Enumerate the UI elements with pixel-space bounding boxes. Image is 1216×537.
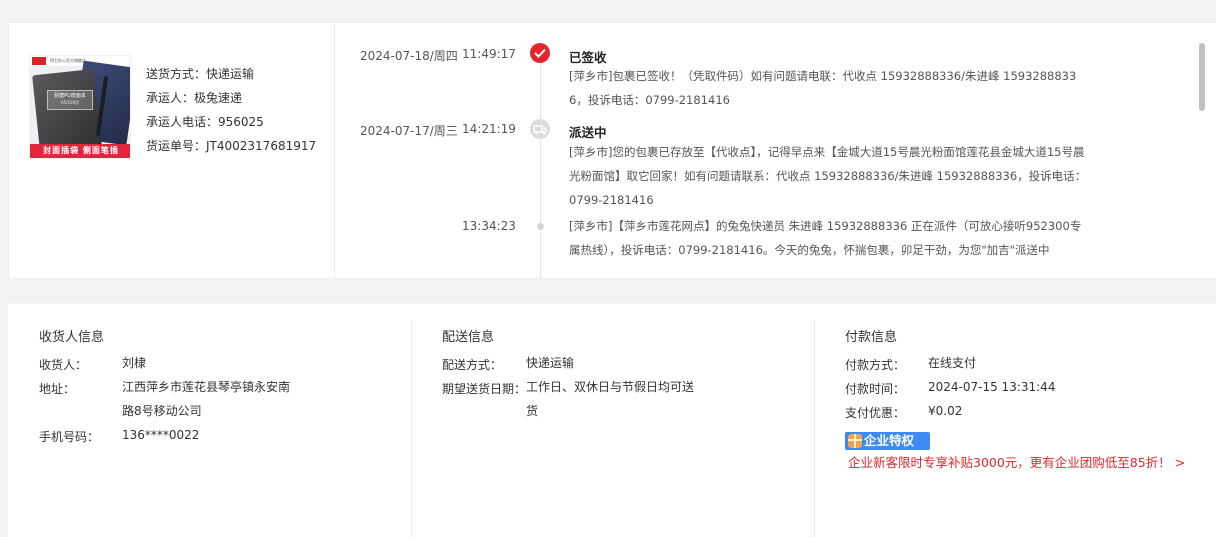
payment-time: 2024-07-15 13:31:44 <box>928 380 1056 394</box>
product-image[interactable]: 得力办公官方旗舰店 耐磨PU皮面本 A5/100页 封面插袋 侧面笔插 <box>29 55 131 159</box>
shipment-card: 得力办公官方旗舰店 耐磨PU皮面本 A5/100页 封面插袋 侧面笔插 送货方式… <box>8 22 1216 279</box>
delivery-section: 配送信息 配送方式： 快递运输 期望送货日期： 工作日、双休日与节假日均可送货 <box>412 304 814 537</box>
event-time: 14:21:19 <box>462 122 516 136</box>
event-status: 派送中 <box>569 125 607 140</box>
delivery-title: 配送信息 <box>442 330 495 345</box>
event-description: [萍乡市]您的包裹已存放至【代收点】，记得早点来【金城大道15号晨光粉面馆莲花县… <box>569 145 1087 207</box>
enterprise-badge-label: 企业特权 <box>864 433 915 448</box>
receiver-section: 收货人信息 收货人： 刘棣 地址： 江西萍乡市莲花县琴亭镇永安南路8号移动公司 … <box>8 304 411 537</box>
notebook-label: 耐磨PU皮面本 A5/100页 <box>47 90 93 110</box>
event-date: 2024-07-18/周四 <box>360 49 458 63</box>
delivery-truck-icon <box>530 119 550 139</box>
gift-icon <box>848 434 862 448</box>
timeline-dot <box>537 223 544 230</box>
delivery-method: 快递运输 <box>526 356 575 370</box>
delivery-date-label: 期望送货日期： <box>442 382 527 396</box>
receiver-title: 收货人信息 <box>39 330 105 345</box>
receiver-name-label: 收货人： <box>39 358 88 372</box>
payment-discount-label: 支付优惠： <box>845 406 906 420</box>
payment-title: 付款信息 <box>845 330 898 345</box>
event-description: [萍乡市]【萍乡市莲花网点】的兔兔快递员 朱进峰 15932888336 正在派… <box>569 219 1082 257</box>
payment-method-label: 付款方式： <box>845 358 906 372</box>
payment-section: 付款信息 付款方式： 在线支付 付款时间： 2024-07-15 13:31:4… <box>815 304 1216 537</box>
event-time: 11:49:17 <box>462 47 516 61</box>
shipping-method: 送货方式：快递运输 <box>146 67 255 81</box>
product-banner: 封面插袋 侧面笔插 <box>30 144 130 158</box>
event-time: 13:34:23 <box>462 219 516 233</box>
event-description: [萍乡市]包裹已签收！（凭取件码）如有问题请电联：代收点 15932888336… <box>569 69 1077 107</box>
enterprise-badge[interactable]: 企业特权 <box>845 432 930 450</box>
payment-discount: ¥0.02 <box>928 404 963 418</box>
phone-value: 136****0022 <box>122 428 200 442</box>
delivery-method-label: 配送方式： <box>442 358 503 372</box>
check-icon <box>530 43 550 63</box>
carrier-phone: 承运人电话：956025 <box>146 115 264 129</box>
payment-method: 在线支付 <box>928 356 977 370</box>
address-value: 江西萍乡市莲花县琴亭镇永安南路8号移动公司 <box>122 380 291 418</box>
event-date: 2024-07-17/周三 <box>360 124 458 138</box>
order-details-card: 收货人信息 收货人： 刘棣 地址： 江西萍乡市莲花县琴亭镇永安南路8号移动公司 … <box>8 301 1216 537</box>
phone-label: 手机号码： <box>39 430 100 444</box>
carrier: 承运人：极兔速递 <box>146 91 243 105</box>
shipping-info: 送货方式：快递运输 承运人：极兔速递 承运人电话：956025 货运单号：JT4… <box>146 65 316 161</box>
notebook-label-line2: A5/100页 <box>60 99 80 105</box>
delivery-date: 工作日、双休日与节假日均可送货 <box>526 380 695 418</box>
address-label: 地址： <box>39 382 76 396</box>
enterprise-promo-link[interactable]: 企业新客限时专享补贴3000元，更有企业团购低至85折！ > <box>848 451 1208 475</box>
product-pane: 得力办公官方旗舰店 耐磨PU皮面本 A5/100页 封面插袋 侧面笔插 送货方式… <box>9 23 335 278</box>
payment-time-label: 付款时间： <box>845 382 906 396</box>
store-name-text: 得力办公官方旗舰店 <box>50 58 86 63</box>
timeline-line <box>540 63 541 125</box>
receiver-name: 刘棣 <box>122 356 147 370</box>
brand-logo <box>32 57 46 65</box>
timeline-line <box>540 139 541 278</box>
timeline-scrollbar[interactable] <box>1199 43 1205 111</box>
tracking-timeline[interactable]: 2024-07-18/周四 11:49:17 已签收 [萍乡市]包裹已签收！（凭… <box>336 23 1206 278</box>
tracking-number: 货运单号：JT4002317681917 <box>146 139 317 153</box>
notebook-grey <box>32 68 102 154</box>
